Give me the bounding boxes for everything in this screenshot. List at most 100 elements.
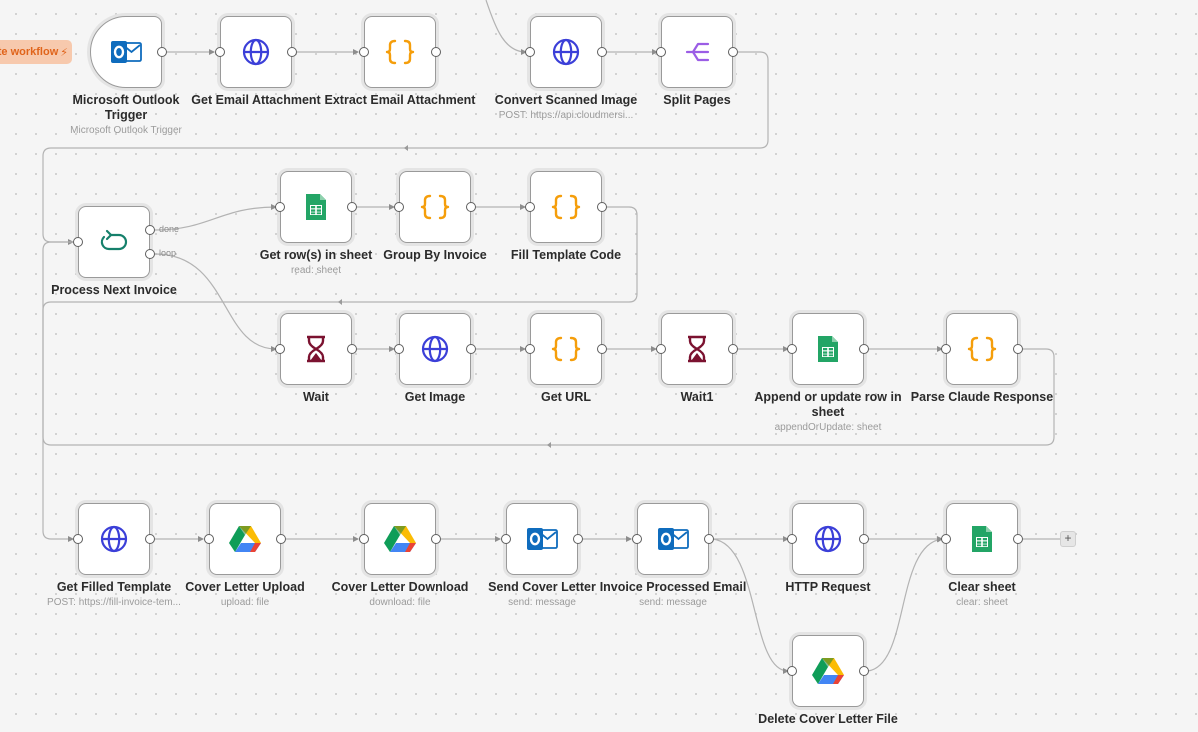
globe-icon bbox=[241, 37, 271, 67]
node-invoice-processed-email[interactable] bbox=[637, 503, 709, 575]
input-port[interactable] bbox=[501, 534, 511, 544]
input-port[interactable] bbox=[215, 47, 225, 57]
node-get-email-attachment[interactable] bbox=[220, 16, 292, 88]
node-group-by-invoice[interactable] bbox=[399, 171, 471, 243]
drive-icon bbox=[383, 524, 417, 554]
output-port[interactable] bbox=[597, 47, 607, 57]
globe-icon bbox=[99, 524, 129, 554]
code-braces-icon bbox=[966, 334, 998, 364]
input-port[interactable] bbox=[787, 534, 797, 544]
node-wait[interactable] bbox=[280, 313, 352, 385]
add-node-button[interactable]: + bbox=[1060, 531, 1076, 547]
input-port[interactable] bbox=[787, 344, 797, 354]
node-wait1[interactable] bbox=[661, 313, 733, 385]
node-label: Extract Email Attachment bbox=[324, 93, 476, 107]
node-get-filled-template[interactable] bbox=[78, 503, 150, 575]
node-cover-letter-upload[interactable] bbox=[209, 503, 281, 575]
node-send-cover-letter[interactable] bbox=[506, 503, 578, 575]
node-extract-email-attachment[interactable] bbox=[364, 16, 436, 88]
input-port[interactable] bbox=[73, 534, 83, 544]
input-port[interactable] bbox=[525, 47, 535, 57]
node-cover-letter-download[interactable] bbox=[364, 503, 436, 575]
output-port[interactable] bbox=[859, 344, 869, 354]
node-parse-claude-response[interactable] bbox=[946, 313, 1018, 385]
node-label: Microsoft Outlook Trigger bbox=[72, 93, 180, 122]
input-port[interactable] bbox=[359, 47, 369, 57]
output-port[interactable] bbox=[704, 534, 714, 544]
node-delete-cover-letter-file[interactable] bbox=[792, 635, 864, 707]
node-label: Invoice Processed Email bbox=[599, 580, 747, 594]
output-port[interactable] bbox=[157, 47, 167, 57]
node-label: Delete Cover Letter File bbox=[758, 712, 898, 726]
output-port[interactable] bbox=[859, 534, 869, 544]
hourglass-icon bbox=[684, 334, 710, 364]
output-port[interactable] bbox=[431, 534, 441, 544]
edge-direction-arrow bbox=[338, 299, 342, 305]
outlook-icon bbox=[656, 525, 690, 553]
input-port[interactable] bbox=[656, 47, 666, 57]
input-port[interactable] bbox=[525, 202, 535, 212]
input-port[interactable] bbox=[787, 666, 797, 676]
output-port[interactable] bbox=[276, 534, 286, 544]
input-port[interactable] bbox=[394, 202, 404, 212]
input-port[interactable] bbox=[525, 344, 535, 354]
output-port[interactable] bbox=[859, 666, 869, 676]
node-subtitle: read: sheet bbox=[290, 265, 342, 276]
output-port[interactable] bbox=[728, 47, 738, 57]
input-port[interactable] bbox=[275, 344, 285, 354]
node-split-pages[interactable] bbox=[661, 16, 733, 88]
input-port[interactable] bbox=[275, 202, 285, 212]
input-port[interactable] bbox=[73, 237, 83, 247]
node-subtitle: POST: https://api.cloudmersi... bbox=[498, 110, 634, 121]
node-label: Process Next Invoice bbox=[51, 283, 177, 297]
drive-icon bbox=[811, 656, 845, 686]
lightning-icon: ⚡ bbox=[60, 46, 68, 59]
done-output-port[interactable] bbox=[145, 225, 155, 235]
node-get-image[interactable] bbox=[399, 313, 471, 385]
output-port[interactable] bbox=[1013, 534, 1023, 544]
node-get-url[interactable] bbox=[530, 313, 602, 385]
input-port[interactable] bbox=[656, 344, 666, 354]
globe-icon bbox=[420, 334, 450, 364]
output-port[interactable] bbox=[1013, 344, 1023, 354]
output-port[interactable] bbox=[431, 47, 441, 57]
output-port[interactable] bbox=[597, 202, 607, 212]
output-port[interactable] bbox=[287, 47, 297, 57]
code-braces-icon bbox=[550, 192, 582, 222]
input-port[interactable] bbox=[394, 344, 404, 354]
node-fill-template-code[interactable] bbox=[530, 171, 602, 243]
output-port[interactable] bbox=[466, 344, 476, 354]
output-port[interactable] bbox=[347, 344, 357, 354]
edge-direction-arrow bbox=[547, 442, 551, 448]
output-port[interactable] bbox=[573, 534, 583, 544]
node-outlook-trigger[interactable] bbox=[90, 16, 162, 88]
output-port[interactable] bbox=[466, 202, 476, 212]
activate-workflow-banner[interactable]: te workflow ⚡ bbox=[0, 40, 72, 64]
code-braces-icon bbox=[419, 192, 451, 222]
globe-icon bbox=[551, 37, 581, 67]
edge-incoming bbox=[485, 0, 527, 55]
node-clear-sheet[interactable] bbox=[946, 503, 1018, 575]
output-port[interactable] bbox=[728, 344, 738, 354]
node-append-or-update-row[interactable] bbox=[792, 313, 864, 385]
loop-output-port[interactable] bbox=[145, 249, 155, 259]
input-port[interactable] bbox=[941, 534, 951, 544]
node-http-request[interactable] bbox=[792, 503, 864, 575]
input-port[interactable] bbox=[359, 534, 369, 544]
sheets-icon bbox=[970, 524, 994, 554]
output-port[interactable] bbox=[145, 534, 155, 544]
node-label: Cover Letter Upload bbox=[185, 580, 305, 594]
output-port[interactable] bbox=[347, 202, 357, 212]
input-port[interactable] bbox=[632, 534, 642, 544]
input-port[interactable] bbox=[941, 344, 951, 354]
node-get-rows-in-sheet[interactable] bbox=[280, 171, 352, 243]
globe-icon bbox=[813, 524, 843, 554]
node-label: Clear sheet bbox=[948, 580, 1016, 594]
node-label: Split Pages bbox=[663, 93, 731, 107]
output-port[interactable] bbox=[597, 344, 607, 354]
input-port[interactable] bbox=[204, 534, 214, 544]
node-process-next-invoice[interactable] bbox=[78, 206, 150, 278]
node-label: Append or update row in sheet bbox=[754, 390, 902, 419]
hourglass-icon bbox=[303, 334, 329, 364]
node-convert-scanned-image[interactable] bbox=[530, 16, 602, 88]
